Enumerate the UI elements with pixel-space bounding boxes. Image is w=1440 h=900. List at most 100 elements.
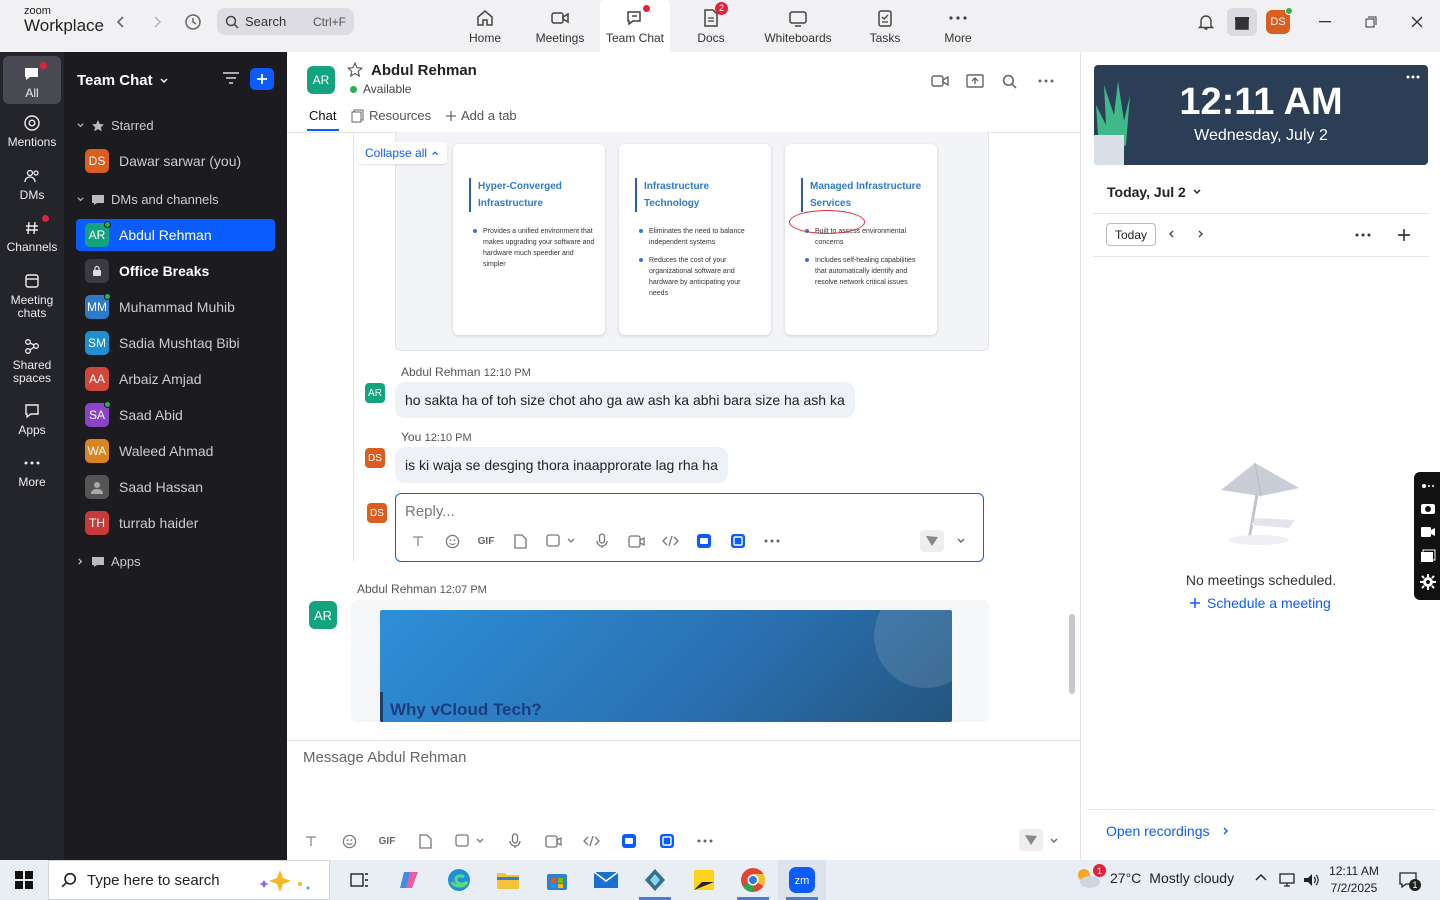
sidebar-item-saad-abid[interactable]: SA Saad Abid — [76, 399, 275, 431]
mail-icon[interactable] — [582, 860, 630, 900]
dms-section[interactable]: DMs and channels — [76, 192, 219, 207]
collapse-all-button[interactable]: Collapse all — [357, 142, 448, 164]
contact-name[interactable]: Abdul Rehman — [371, 62, 477, 79]
message-bubble[interactable]: is ki waja se desging thora inaapprorate… — [395, 447, 728, 483]
tab-docs[interactable]: 2 Docs — [688, 0, 734, 52]
gif-icon[interactable]: GIF — [476, 531, 496, 551]
sticky-notes-icon[interactable] — [680, 860, 728, 900]
back-arrow-icon[interactable] — [108, 9, 134, 35]
tab-add[interactable]: Add a tab — [445, 108, 517, 123]
avatar[interactable]: AR — [365, 383, 385, 403]
camera-icon[interactable] — [1420, 501, 1436, 515]
rail-dms[interactable]: DMs — [3, 165, 61, 202]
rail-shared-spaces[interactable]: Shared spaces — [3, 335, 61, 385]
chrome-icon[interactable] — [729, 860, 777, 900]
edge-browser-icon[interactable] — [435, 860, 483, 900]
show-hidden-icons-chevron-icon[interactable] — [1254, 873, 1268, 883]
rail-all[interactable]: All — [3, 56, 61, 104]
send-icon[interactable] — [1019, 829, 1043, 851]
text-format-icon[interactable] — [408, 531, 428, 551]
message-input[interactable]: Message Abdul Rehman — [303, 749, 466, 766]
zoom-app-icon[interactable]: zm — [778, 860, 826, 900]
send-icon[interactable] — [920, 530, 944, 552]
search-box[interactable]: Search Ctrl+F — [217, 8, 354, 35]
sidebar-item-waleed-ahmad[interactable]: WA Waleed Ahmad — [76, 435, 275, 467]
emoji-icon[interactable] — [339, 831, 359, 851]
file-icon[interactable] — [510, 531, 530, 551]
sidebar-item-arbaiz-amjad[interactable]: AA Arbaiz Amjad — [76, 363, 275, 395]
tab-more[interactable]: More — [936, 0, 980, 52]
copilot-icon[interactable] — [386, 860, 434, 900]
sidebar-item-office-breaks[interactable]: Office Breaks — [76, 255, 275, 287]
schedule-meeting-link[interactable]: Schedule a meeting — [1189, 595, 1331, 611]
tab-home[interactable]: Home — [460, 0, 510, 52]
store-icon[interactable] — [533, 860, 581, 900]
history-icon[interactable] — [180, 9, 206, 35]
video-message-icon[interactable] — [543, 831, 563, 851]
more-options-icon[interactable] — [1035, 70, 1057, 92]
gift-icon[interactable] — [1227, 8, 1257, 36]
slide-image[interactable]: Why vCloud Tech? — [380, 610, 952, 722]
filter-icon[interactable] — [222, 70, 240, 86]
sidebar-title[interactable]: Team Chat — [77, 72, 169, 89]
sidebar-item-sadia-mushtaq-bibi[interactable]: SM Sadia Mushtaq Bibi — [76, 327, 275, 359]
notification-center-icon[interactable]: 1 — [1398, 870, 1421, 891]
screen-tools-icon[interactable] — [1421, 482, 1435, 490]
more-options-icon[interactable] — [1355, 233, 1371, 237]
app-blue-icon[interactable] — [694, 531, 714, 551]
new-chat-button[interactable] — [250, 68, 274, 90]
screenshot-icon[interactable] — [453, 831, 487, 851]
reply-placeholder[interactable]: Reply... — [405, 503, 455, 520]
code-icon[interactable] — [581, 831, 601, 851]
network-icon[interactable] — [1278, 871, 1296, 889]
open-recordings-link[interactable]: Open recordings — [1106, 823, 1230, 839]
gif-icon[interactable]: GIF — [377, 831, 397, 851]
screenshot-icon[interactable] — [544, 531, 578, 551]
tab-resources[interactable]: Resources — [351, 108, 431, 123]
sidebar-item-muhammad-muhib[interactable]: MM Muhammad Muhib — [76, 291, 275, 323]
volume-icon[interactable] — [1302, 871, 1320, 889]
message-bubble[interactable]: ho sakta ha of toh size chot aho ga aw a… — [395, 382, 855, 418]
more-tools-icon[interactable] — [762, 531, 782, 551]
sidebar-item-turrab-haider[interactable]: TH turrab haider — [76, 507, 275, 539]
emoji-icon[interactable] — [442, 531, 462, 551]
text-format-icon[interactable] — [301, 831, 321, 851]
tab-team-chat[interactable]: Team Chat — [600, 0, 670, 52]
tab-meetings[interactable]: Meetings — [530, 0, 590, 52]
scrollbar-thumb[interactable] — [1069, 614, 1075, 694]
starred-section[interactable]: Starred — [76, 118, 154, 133]
rail-channels[interactable]: Channels — [3, 215, 61, 254]
scrollbar[interactable] — [1068, 132, 1076, 722]
rail-mentions[interactable]: Mentions — [3, 112, 61, 149]
next-day-icon[interactable] — [1195, 229, 1205, 239]
star-outline-icon[interactable] — [347, 62, 363, 78]
chevron-down-icon[interactable] — [956, 536, 966, 546]
rail-apps[interactable]: Apps — [3, 400, 61, 437]
maximize-icon[interactable] — [1354, 8, 1388, 36]
contact-avatar[interactable]: AR — [307, 66, 335, 94]
minimize-icon[interactable] — [1308, 8, 1342, 36]
gear-icon[interactable] — [1419, 574, 1436, 591]
sidebar-item-abdul-rehman[interactable]: AR Abdul Rehman — [76, 219, 275, 251]
close-icon[interactable] — [1400, 8, 1434, 36]
video-call-icon[interactable] — [929, 70, 951, 92]
search-icon[interactable] — [998, 70, 1020, 92]
windows-start-icon[interactable] — [0, 860, 48, 900]
file-icon[interactable] — [415, 831, 435, 851]
microphone-icon[interactable] — [505, 831, 525, 851]
tab-whiteboards[interactable]: Whiteboards — [760, 0, 836, 52]
add-event-icon[interactable] — [1397, 228, 1411, 242]
video-record-icon[interactable] — [1420, 526, 1436, 538]
profile-avatar[interactable]: DS — [1266, 7, 1293, 34]
file-explorer-icon[interactable] — [484, 860, 532, 900]
app-blue-icon-2[interactable] — [657, 831, 677, 851]
tab-chat[interactable]: Chat — [309, 108, 336, 123]
code-icon[interactable] — [660, 531, 680, 551]
rail-more[interactable]: More — [3, 452, 61, 489]
starred-item[interactable]: DS Dawar sarwar (you) — [76, 145, 275, 177]
more-tools-icon[interactable] — [695, 831, 715, 851]
task-view-icon[interactable] — [336, 860, 384, 900]
more-options-icon[interactable] — [1406, 75, 1420, 79]
avatar[interactable]: DS — [365, 448, 385, 468]
reply-box[interactable]: Reply... GIF — [395, 493, 984, 562]
